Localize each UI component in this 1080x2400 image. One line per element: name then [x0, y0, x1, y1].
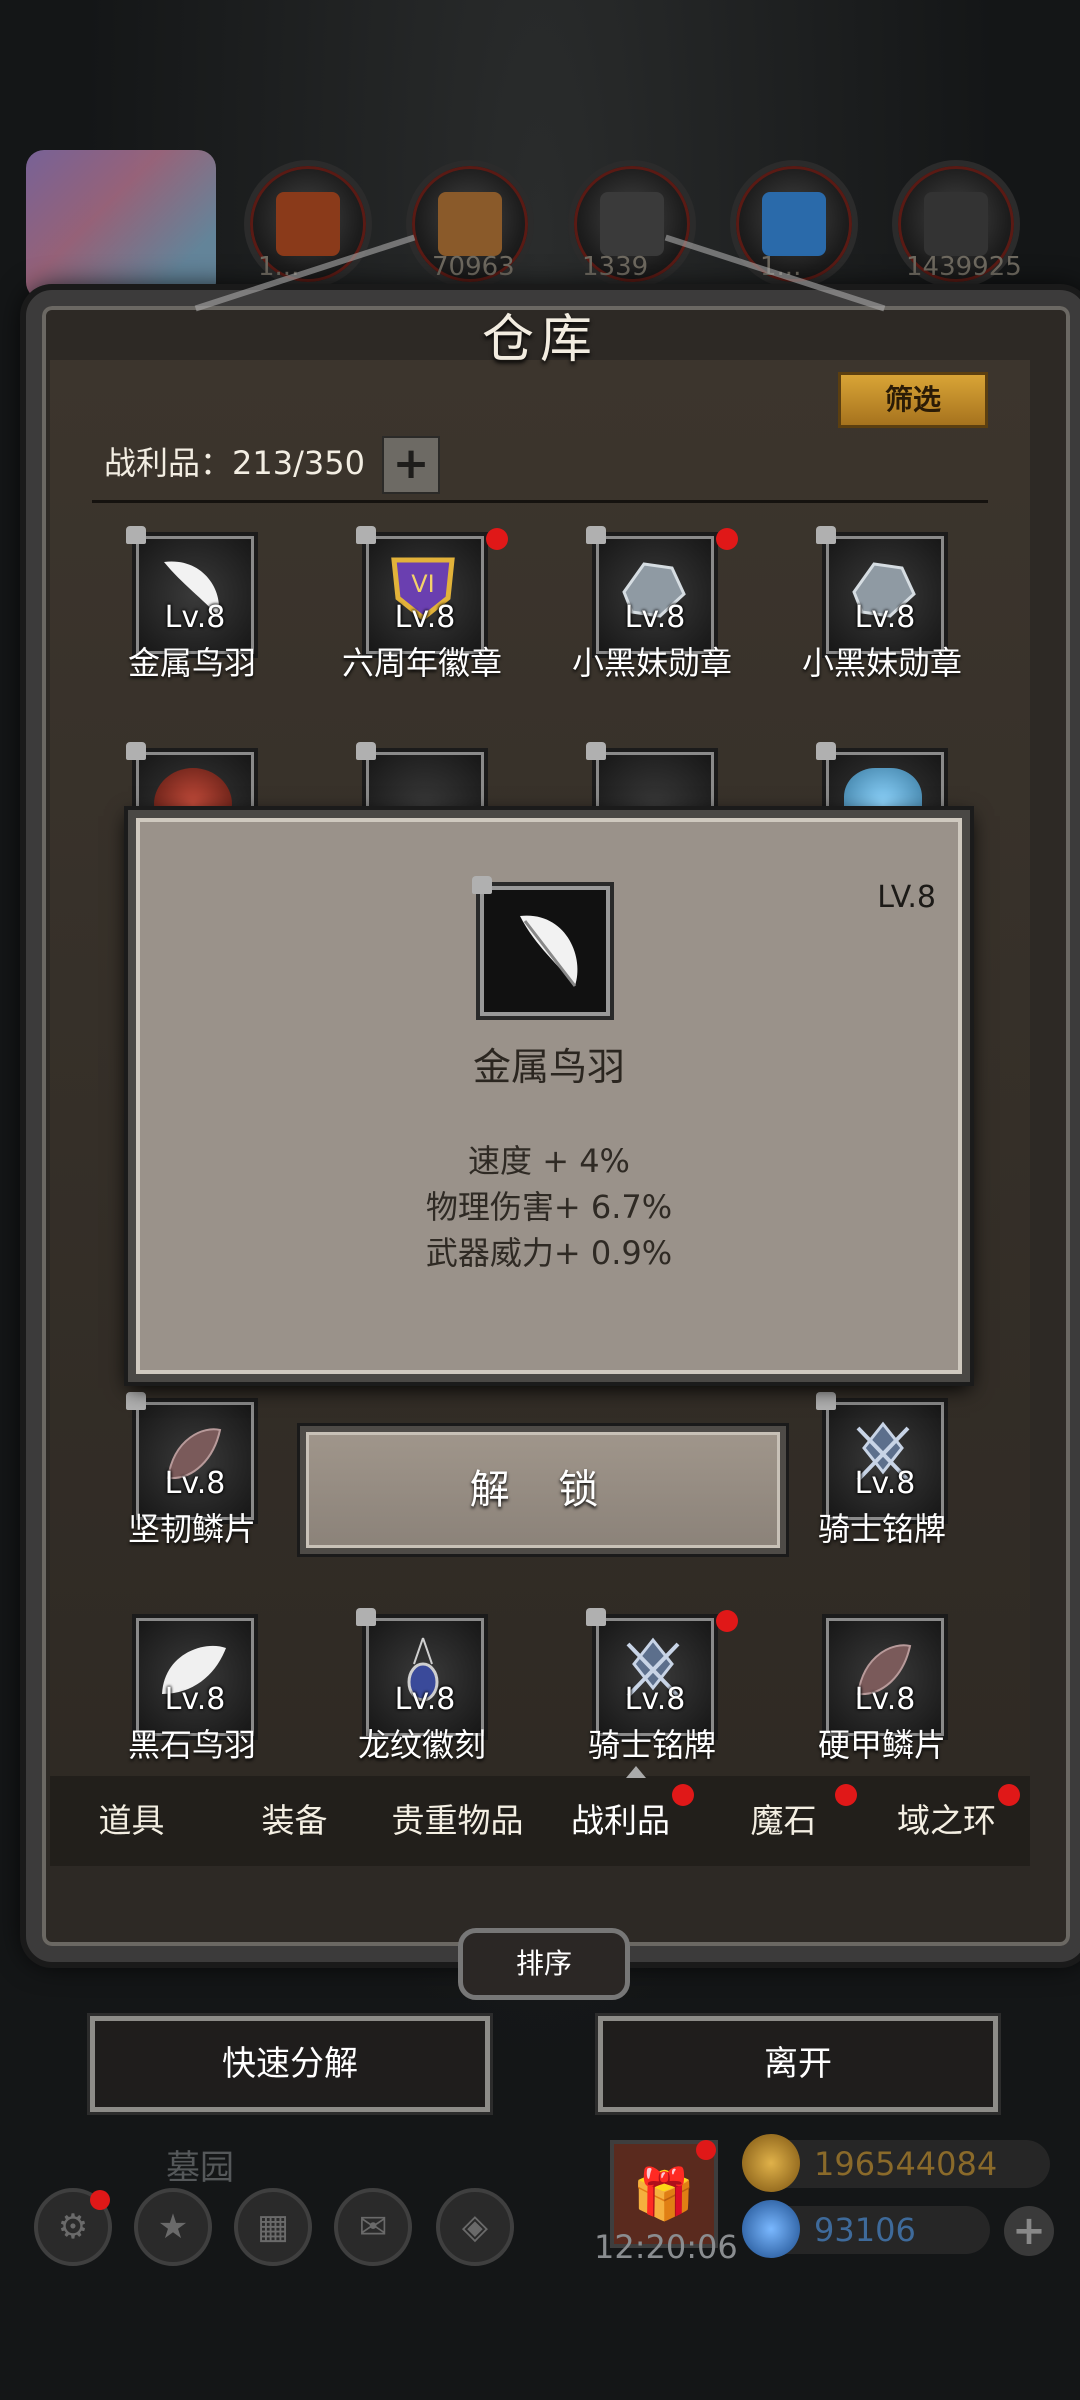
item-name: 龙纹徽刻 — [357, 1726, 486, 1764]
dialog-title: 仓库 — [481, 310, 598, 370]
tab-loot[interactable]: 战利品 — [539, 1776, 702, 1866]
lock-icon — [472, 876, 492, 894]
tab-label: 战利品 — [571, 1801, 670, 1840]
item-level: Lv.8 — [854, 1466, 916, 1501]
notification-dot — [90, 2190, 110, 2210]
grid-item[interactable]: Lv.8 小黑妹勋章 — [782, 526, 982, 702]
item-level: Lv.8 — [624, 600, 686, 635]
leave-button[interactable]: 离开 — [598, 2016, 998, 2112]
map-icon[interactable]: ▦ — [234, 2188, 312, 2266]
item-level: Lv.8 — [854, 600, 916, 635]
notification-dot — [486, 528, 508, 550]
unlock-button[interactable]: 解 锁 — [300, 1426, 786, 1554]
lock-icon — [586, 1608, 606, 1626]
sort-button[interactable]: 排序 — [458, 1928, 630, 2000]
category-tabs: 道具 装备 贵重物品 战利品 魔石 域之环 — [50, 1776, 1030, 1866]
tab-valuables[interactable]: 贵重物品 — [376, 1776, 539, 1866]
grid-item[interactable]: Lv.8 龙纹徽刻 — [322, 1608, 522, 1784]
item-level: Lv.8 — [854, 1682, 916, 1717]
stat-line: 速度 + 4% — [468, 1142, 630, 1180]
popup-stats: 速度 + 4% 物理伤害+ 6.7% 武器威力+ 0.9% — [136, 1138, 962, 1276]
tab-items[interactable]: 道具 — [50, 1776, 213, 1866]
item-name: 小黑妹勋章 — [801, 644, 962, 682]
lock-icon — [356, 526, 376, 544]
tab-label: 贵重物品 — [391, 1801, 524, 1840]
stat-line: 物理伤害+ 6.7% — [425, 1188, 673, 1226]
tab-magic-stone[interactable]: 魔石 — [702, 1776, 865, 1866]
gem-value: 93106 — [814, 2211, 916, 2249]
item-name: 六周年徽章 — [341, 644, 502, 682]
location-label: 墓园 — [166, 2148, 234, 2188]
quick-decompose-button[interactable]: 快速分解 — [90, 2016, 490, 2112]
item-level: Lv.8 — [164, 1682, 226, 1717]
star-badge-icon[interactable]: ★ — [134, 2188, 212, 2266]
grid-item[interactable]: Lv.8 硬甲鳞片 — [782, 1614, 982, 1784]
lock-icon — [126, 1392, 146, 1410]
item-detail-popup: LV.8 金属鸟羽 速度 + 4% 物理伤害+ 6.7% 武器威力+ 0.9% — [128, 810, 970, 1382]
item-name: 骑士铭牌 — [587, 1726, 716, 1764]
item-level: Lv.8 — [624, 1682, 686, 1717]
item-level: Lv.8 — [164, 600, 226, 635]
tab-label: 装备 — [261, 1801, 328, 1840]
loot-count-label: 战利品：213/350 — [104, 444, 365, 482]
grid-item[interactable]: Lv.8 黑石鸟羽 — [92, 1614, 292, 1784]
notification-dot — [716, 1610, 738, 1632]
grid-item[interactable]: VI Lv.8 六周年徽章 — [322, 526, 522, 702]
tab-label: 魔石 — [750, 1801, 817, 1840]
lock-icon — [816, 1392, 836, 1410]
lock-icon — [356, 1608, 376, 1626]
mail-icon[interactable]: ✉ — [334, 2188, 412, 2266]
grid-item[interactable]: Lv.8 骑士铭牌 — [782, 1392, 982, 1568]
grid-item[interactable]: Lv.8 骑士铭牌 — [552, 1608, 752, 1784]
gold-coin-icon — [742, 2134, 800, 2192]
grid-item[interactable]: Lv.8 金属鸟羽 — [92, 526, 292, 702]
item-level: Lv.8 — [394, 600, 456, 635]
feather-icon — [520, 915, 578, 987]
item-name: 硬甲鳞片 — [817, 1726, 946, 1764]
gem-icon — [742, 2200, 800, 2258]
notification-dot — [835, 1784, 857, 1806]
clock-label: 12:20:06 — [594, 2228, 738, 2266]
add-gems-plus-icon[interactable]: + — [1004, 2206, 1054, 2256]
item-name: 小黑妹勋章 — [571, 644, 732, 682]
item-name: 坚韧鳞片 — [127, 1510, 256, 1548]
active-tab-caret-icon — [626, 1766, 646, 1778]
popup-level: LV.8 — [877, 880, 936, 915]
svg-text:VI: VI — [411, 570, 435, 598]
resource-num-5: 1439925 — [906, 252, 1022, 282]
resource-num-3: 1339 — [582, 252, 649, 282]
gold-counter: 196544084 — [742, 2134, 1050, 2192]
item-name: 金属鸟羽 — [127, 644, 256, 682]
notification-dot — [998, 1784, 1020, 1806]
item-name: 骑士铭牌 — [817, 1510, 946, 1548]
popup-item-icon — [472, 876, 614, 1020]
grid-item[interactable]: Lv.8 坚韧鳞片 — [92, 1392, 292, 1568]
tab-label: 道具 — [98, 1801, 165, 1840]
tab-domain-ring[interactable]: 域之环 — [865, 1776, 1028, 1866]
lock-icon — [816, 526, 836, 544]
notification-dot — [672, 1784, 694, 1806]
shop-icon[interactable]: ◈ — [436, 2188, 514, 2266]
item-level: Lv.8 — [394, 1682, 456, 1717]
item-name: 黑石鸟羽 — [127, 1726, 256, 1764]
settings-gear-icon[interactable]: ⚙ — [34, 2188, 112, 2266]
tab-label: 域之环 — [897, 1801, 996, 1840]
expand-capacity-button[interactable]: + — [382, 436, 440, 494]
lock-icon — [586, 526, 606, 544]
filter-button[interactable]: 筛选 — [838, 372, 988, 428]
resource-num-2: 70963 — [432, 252, 515, 282]
notification-dot — [716, 528, 738, 550]
notification-dot — [696, 2140, 716, 2160]
gem-counter: 93106 — [742, 2200, 990, 2258]
tab-equipment[interactable]: 装备 — [213, 1776, 376, 1866]
divider — [92, 500, 988, 503]
lock-icon — [126, 526, 146, 544]
popup-item-name: 金属鸟羽 — [472, 1045, 625, 1089]
grid-item[interactable]: Lv.8 小黑妹勋章 — [552, 526, 752, 702]
item-level: Lv.8 — [164, 1466, 226, 1501]
stat-line: 武器威力+ 0.9% — [425, 1234, 673, 1272]
gold-value: 196544084 — [814, 2145, 998, 2183]
